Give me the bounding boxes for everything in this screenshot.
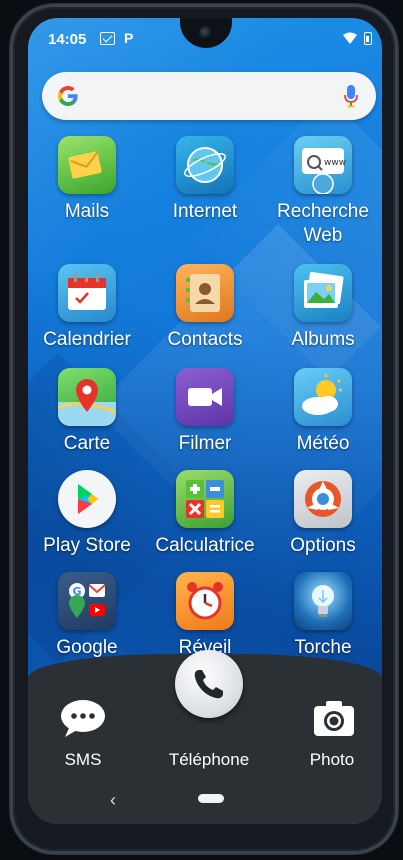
- web-search-icon: www: [294, 136, 352, 194]
- app-label: Mails: [64, 201, 110, 222]
- globe-icon: [176, 136, 234, 194]
- alarm-clock-icon: [176, 572, 234, 630]
- app-label: Contacts: [167, 329, 243, 350]
- app-label: Play Store: [43, 535, 131, 556]
- google-folder-icon: G: [58, 572, 116, 630]
- battery-icon: [364, 32, 372, 45]
- dock-label: SMS: [64, 750, 102, 769]
- web-search-icon-text: www: [324, 158, 346, 168]
- home-screen: 14:05 P Mails Internet www Recherche Web…: [28, 18, 382, 824]
- options-icon: [294, 470, 352, 528]
- parking-notification-icon: P: [124, 30, 134, 46]
- navigation-bar: ‹: [28, 788, 382, 824]
- app-label: Calculatrice: [155, 535, 255, 556]
- video-camera-icon: [176, 368, 234, 426]
- app-label: Météo: [296, 433, 350, 454]
- phone-call-button[interactable]: [175, 650, 243, 718]
- sms-chat-icon: [61, 700, 105, 737]
- flashlight-bulb-icon: [294, 572, 352, 630]
- google-g-logo: [58, 86, 78, 106]
- microphone-icon[interactable]: [344, 84, 358, 108]
- app-label: Carte: [63, 433, 111, 454]
- photo-albums-icon: [294, 264, 352, 322]
- mail-icon: [58, 136, 116, 194]
- app-label: Calendrier: [43, 329, 131, 350]
- front-camera: [199, 26, 213, 40]
- app-label: Internet: [172, 201, 238, 222]
- app-label: Options: [290, 535, 356, 556]
- dock-label: Téléphone: [168, 750, 250, 769]
- contacts-book-icon: [176, 264, 234, 322]
- app-label: Albums: [291, 329, 355, 350]
- home-pill-button[interactable]: [198, 794, 224, 803]
- status-time: 14:05: [48, 31, 87, 48]
- google-search-bar[interactable]: [42, 72, 376, 120]
- calendar-icon: [58, 264, 116, 322]
- gmail-notification-icon: [100, 32, 115, 45]
- calculator-icon: [176, 470, 234, 528]
- weather-sun-cloud-icon: [294, 368, 352, 426]
- wifi-icon: [343, 32, 357, 44]
- camera-icon: [314, 701, 354, 736]
- app-label: Recherche Web: [277, 201, 369, 246]
- play-store-icon: [58, 470, 116, 528]
- map-pin-icon: [58, 368, 116, 426]
- app-label: Filmer: [178, 433, 232, 454]
- phone-handset-icon: [194, 670, 223, 699]
- dock-label: Photo: [309, 750, 355, 769]
- back-chevron-icon[interactable]: ‹: [110, 790, 116, 811]
